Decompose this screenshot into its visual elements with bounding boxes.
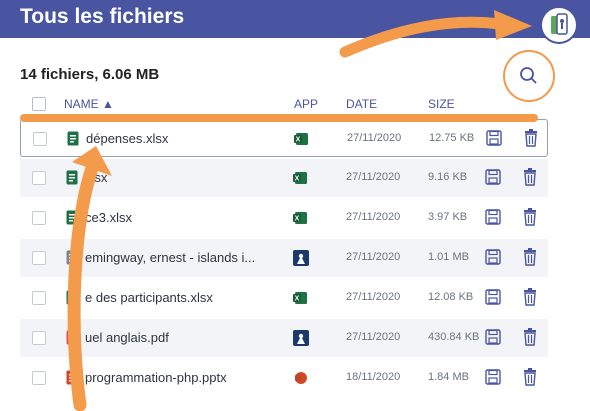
save-icon[interactable] bbox=[484, 288, 502, 306]
column-header-size[interactable]: SIZE bbox=[428, 97, 455, 111]
row-checkbox[interactable] bbox=[32, 371, 46, 385]
xlsx-icon bbox=[66, 290, 78, 305]
excel-icon: X bbox=[292, 289, 310, 307]
file-size: 9.16 KB bbox=[428, 171, 468, 183]
file-date: 18/11/2020 bbox=[346, 371, 401, 383]
xlsx-icon bbox=[67, 131, 79, 146]
file-size: 12.08 KB bbox=[428, 291, 474, 303]
file-summary: 14 fichiers, 6.06 MB bbox=[20, 66, 160, 83]
trash-icon[interactable] bbox=[521, 167, 539, 187]
file-date: 27/11/2020 bbox=[346, 291, 401, 303]
column-header-app[interactable]: APP bbox=[294, 97, 318, 111]
file-size: 1.01 MB bbox=[428, 251, 469, 263]
file-row[interactable]: e des participants.xlsx X 27/11/2020 12.08 … bbox=[20, 279, 548, 317]
file-size: 3.97 KB bbox=[428, 211, 468, 223]
file-size: 1.84 MB bbox=[428, 371, 469, 383]
save-icon[interactable] bbox=[484, 208, 502, 226]
svg-text:X: X bbox=[295, 216, 300, 223]
file-row[interactable]: programmation-php.pptx 18/11/2020 1.84 MB bbox=[20, 359, 548, 397]
reader-icon bbox=[292, 249, 310, 267]
row-checkbox[interactable] bbox=[32, 331, 46, 345]
file-date: 27/11/2020 bbox=[346, 211, 401, 223]
save-icon[interactable] bbox=[484, 368, 502, 386]
save-icon[interactable] bbox=[484, 328, 502, 346]
excel-icon: X bbox=[292, 169, 310, 187]
ebook-icon bbox=[66, 250, 78, 265]
pdf-icon bbox=[66, 330, 78, 345]
file-name[interactable]: emingway, ernest - islands i... bbox=[85, 250, 285, 265]
excel-icon: X bbox=[292, 209, 310, 227]
file-name[interactable]: programmation-php.pptx bbox=[85, 370, 285, 385]
file-row[interactable]: emingway, ernest - islands i... 27/11/202… bbox=[20, 239, 548, 277]
file-date: 27/11/2020 bbox=[346, 331, 401, 343]
search-button[interactable] bbox=[503, 50, 555, 102]
save-icon[interactable] bbox=[485, 129, 503, 147]
file-row[interactable]: uel anglais.pdf 27/11/2020 430.84 KB bbox=[20, 319, 548, 357]
search-icon bbox=[520, 67, 537, 84]
trash-icon[interactable] bbox=[522, 128, 540, 148]
pptx-icon bbox=[66, 370, 78, 385]
trash-icon[interactable] bbox=[521, 287, 539, 307]
trash-icon[interactable] bbox=[521, 247, 539, 267]
file-name[interactable]: ce3.xlsx bbox=[85, 210, 285, 225]
file-row[interactable]: ce3.xlsx X 27/11/2020 3.97 KB bbox=[20, 199, 548, 237]
file-size: 12.75 KB bbox=[429, 132, 475, 144]
column-header-date[interactable]: DATE bbox=[346, 97, 377, 111]
row-checkbox[interactable] bbox=[32, 211, 46, 225]
save-icon[interactable] bbox=[484, 168, 502, 186]
file-name[interactable]: dépenses.xlsx bbox=[86, 131, 286, 146]
file-date: 27/11/2020 bbox=[346, 251, 401, 263]
file-row[interactable]: xlsx X 27/11/2020 9.16 KB bbox=[20, 159, 548, 197]
powerpoint-icon bbox=[292, 369, 310, 387]
highlight-bar bbox=[20, 114, 538, 122]
app-launcher-icon[interactable] bbox=[540, 6, 578, 44]
trash-icon[interactable] bbox=[521, 207, 539, 227]
svg-text:X: X bbox=[295, 176, 300, 183]
file-name[interactable]: e des participants.xlsx bbox=[85, 290, 285, 305]
row-checkbox[interactable] bbox=[32, 251, 46, 265]
file-row[interactable]: dépenses.xlsx X 27/11/2020 12.75 KB bbox=[20, 119, 548, 157]
reader-icon bbox=[292, 329, 310, 347]
trash-icon[interactable] bbox=[521, 327, 539, 347]
trash-icon[interactable] bbox=[521, 367, 539, 387]
xlsx-icon bbox=[66, 170, 78, 185]
column-header-name[interactable]: NAME ▲ bbox=[64, 97, 114, 111]
svg-text:X: X bbox=[296, 137, 301, 144]
top-header-bar: Tous les fichiers bbox=[0, 0, 590, 38]
row-checkbox[interactable] bbox=[32, 291, 46, 305]
excel-icon: X bbox=[293, 130, 311, 148]
svg-text:X: X bbox=[295, 296, 300, 303]
page-title: Tous les fichiers bbox=[20, 5, 185, 28]
file-date: 27/11/2020 bbox=[346, 171, 401, 183]
file-name[interactable]: uel anglais.pdf bbox=[85, 330, 285, 345]
select-all-checkbox[interactable] bbox=[32, 97, 46, 111]
xlsx-icon bbox=[66, 210, 78, 225]
row-checkbox[interactable] bbox=[33, 132, 47, 146]
row-checkbox[interactable] bbox=[32, 171, 46, 185]
save-icon[interactable] bbox=[484, 248, 502, 266]
file-name[interactable]: xlsx bbox=[85, 170, 285, 185]
file-size: 430.84 KB bbox=[428, 331, 480, 343]
file-date: 27/11/2020 bbox=[347, 132, 402, 144]
